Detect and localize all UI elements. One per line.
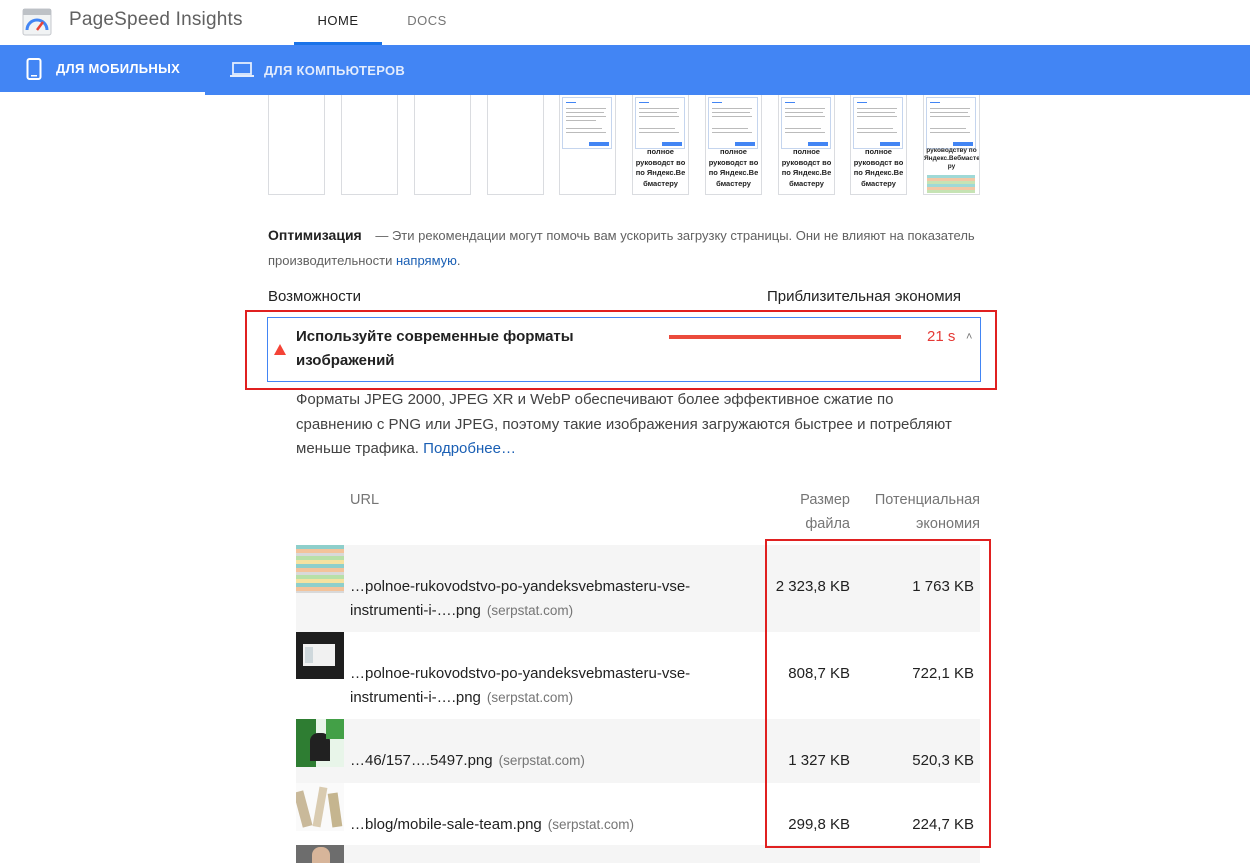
column-header-savings: Потенциальная экономия — [874, 492, 980, 532]
filmstrip-frame: полное руководст во по Яндекс.Ве бмастер… — [705, 95, 762, 195]
highlight-box-sizes — [765, 539, 991, 848]
estimated-savings-header: Приблизительная экономия — [767, 288, 962, 305]
frame-text: руководству по Яндекс.Вебмасте ру — [924, 147, 980, 170]
device-tabs-bar: ДЛЯ МОБИЛЬНЫХ ДЛЯ КОМПЬЮТЕРОВ — [0, 45, 1250, 95]
row-url[interactable]: …blog/mobile-sale-team.png (serpstat.com) — [350, 813, 750, 837]
filmstrip-frame — [414, 95, 471, 195]
audit-description-text: Форматы JPEG 2000, JPEG XR и WebP обеспе… — [296, 391, 952, 457]
image-thumbnail — [296, 545, 344, 593]
opportunities-header: Возможности — [268, 288, 361, 305]
directly-link[interactable]: напрямую — [396, 253, 457, 268]
filmstrip-frame: полное руководст во по Яндекс.Ве бмастер… — [778, 95, 835, 195]
image-thumbnail — [296, 783, 344, 831]
tab-desktop[interactable]: ДЛЯ КОМПЬЮТЕРОВ — [230, 45, 405, 95]
filmstrip-frame — [341, 95, 398, 195]
tab-docs[interactable]: DOCS — [392, 0, 462, 45]
pagespeed-logo-icon[interactable] — [22, 8, 52, 36]
image-thumbnail — [296, 845, 344, 863]
filmstrip-frame: полное руководст во по Яндекс.Ве бмастер… — [850, 95, 907, 195]
tab-home[interactable]: HOME — [294, 0, 382, 45]
smartphone-icon — [26, 57, 42, 80]
filmstrip-frame: руководству по Яндекс.Вебмасте ру — [923, 95, 980, 195]
laptop-icon — [230, 62, 254, 77]
filmstrip-frame: полное руководст во по Яндекс.Ве бмастер… — [632, 95, 689, 195]
row-url[interactable]: …polnoe-rukovodstvo-po-yandeksvebmasteru… — [350, 575, 750, 623]
filmstrip-frame — [559, 95, 616, 195]
optimization-end: . — [456, 253, 461, 268]
learn-more-link[interactable]: Подробнее… — [423, 440, 516, 457]
filmstrip-frame — [268, 95, 325, 195]
audit-description: Форматы JPEG 2000, JPEG XR и WebP обеспе… — [296, 388, 956, 462]
optimization-text: — Эти рекомендации могут помочь вам уско… — [268, 228, 975, 268]
image-thumbnail — [296, 632, 344, 679]
column-header-url: URL — [350, 492, 380, 508]
image-thumbnail — [296, 719, 344, 767]
app-title[interactable]: PageSpeed Insights — [69, 9, 243, 31]
row-url[interactable]: …46/157….5497.png (serpstat.com) — [350, 749, 750, 773]
top-header: PageSpeed Insights HOME DOCS — [0, 0, 1250, 45]
tab-mobile[interactable]: ДЛЯ МОБИЛЬНЫХ — [0, 45, 205, 95]
frame-image — [927, 175, 975, 193]
optimization-title: Оптимизация — [268, 227, 362, 243]
row-url[interactable]: …polnoe-rukovodstvo-po-yandeksvebmasteru… — [350, 662, 750, 710]
highlight-box-audit — [245, 310, 997, 390]
tab-mobile-label: ДЛЯ МОБИЛЬНЫХ — [56, 61, 181, 76]
page-preview — [562, 97, 612, 149]
frame-text: полное руководст во по Яндекс.Ве бмастер… — [635, 147, 686, 188]
column-header-size: Размер файла — [800, 492, 850, 532]
frame-text: полное руководст во по Яндекс.Ве бмастер… — [708, 147, 759, 188]
tab-desktop-label: ДЛЯ КОМПЬЮТЕРОВ — [264, 62, 406, 78]
frame-text: полное руководст во по Яндекс.Ве бмастер… — [853, 147, 904, 188]
frame-text: полное руководст во по Яндекс.Ве бмастер… — [781, 147, 832, 188]
filmstrip-frame — [487, 95, 544, 195]
optimization-section: Оптимизация — Эти рекомендации могут пом… — [268, 223, 988, 273]
